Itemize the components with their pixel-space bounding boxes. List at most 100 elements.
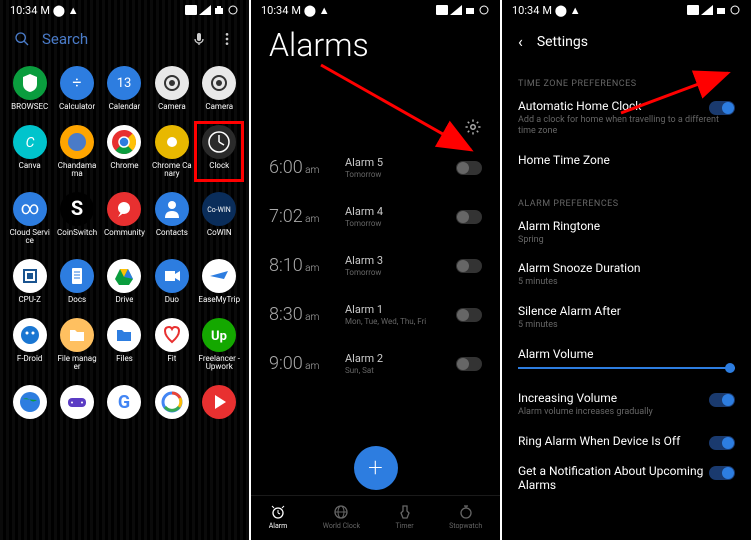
settings-header: ‹ Settings bbox=[502, 20, 751, 63]
status-time: 10:34 bbox=[10, 4, 37, 17]
nav-world-clock[interactable]: World Clock bbox=[323, 504, 360, 530]
svg-text:Co-WIN: Co-WIN bbox=[207, 206, 231, 214]
cpu-icon bbox=[13, 259, 47, 293]
mic-icon[interactable] bbox=[191, 31, 207, 47]
alarm-time: 7:02 am bbox=[269, 206, 345, 227]
play-icon bbox=[202, 385, 236, 419]
nav-label: Stopwatch bbox=[449, 522, 482, 530]
bottom-nav: Alarm World Clock Timer Stopwatch bbox=[251, 495, 500, 540]
app-google[interactable] bbox=[151, 385, 193, 422]
setting-snooze[interactable]: Alarm Snooze Duration 5 minutes bbox=[518, 261, 735, 288]
app-cloud-service[interactable]: ∞Cloud Service bbox=[9, 192, 51, 245]
app-label: Docs bbox=[68, 296, 86, 304]
app-game[interactable] bbox=[56, 385, 98, 422]
toggle-switch[interactable] bbox=[456, 308, 482, 322]
app-canva[interactable]: CCanva bbox=[9, 125, 51, 178]
search-bar[interactable]: Search bbox=[0, 20, 249, 58]
app-chrome-canary[interactable]: Chrome Canary bbox=[151, 125, 193, 178]
app-easemytrip[interactable]: EaseMyTrip bbox=[198, 259, 240, 304]
app-label: Files bbox=[116, 355, 133, 363]
app-label: CoWIN bbox=[207, 229, 232, 237]
setting-ringtone[interactable]: Alarm Ringtone Spring bbox=[518, 219, 735, 246]
svg-text:13: 13 bbox=[117, 76, 132, 91]
app-coinswitch[interactable]: SCoinSwitch bbox=[56, 192, 98, 245]
app-freelancer---upwork[interactable]: UpFreelancer - Upwork bbox=[198, 318, 240, 371]
toggle-switch[interactable] bbox=[709, 101, 735, 115]
alarm-time: 9:00 am bbox=[269, 353, 345, 374]
nav-label: World Clock bbox=[323, 522, 360, 530]
app-label: Chrome bbox=[110, 162, 138, 170]
setting-silence[interactable]: Silence Alarm After 5 minutes bbox=[518, 304, 735, 331]
toggle-switch[interactable] bbox=[456, 161, 482, 175]
toggle-switch[interactable] bbox=[456, 259, 482, 273]
setting-auto-home-clock[interactable]: Automatic Home Clock Add a clock for hom… bbox=[518, 99, 735, 137]
menu-icon[interactable] bbox=[219, 31, 235, 47]
app-f-droid[interactable]: F-Droid bbox=[9, 318, 51, 371]
calc-icon: ÷ bbox=[60, 66, 94, 100]
duo-icon bbox=[155, 259, 189, 293]
nav-stopwatch[interactable]: Stopwatch bbox=[449, 504, 482, 530]
nav-icon bbox=[397, 504, 413, 520]
app-earth[interactable] bbox=[9, 385, 51, 422]
alarm-row[interactable]: 7:02 amAlarm 4Tomorrow bbox=[269, 205, 482, 228]
app-g[interactable]: G bbox=[103, 385, 145, 422]
section-label: ALARM PREFERENCES bbox=[518, 199, 735, 209]
app-camera[interactable]: Camera bbox=[151, 66, 193, 111]
toggle-switch[interactable] bbox=[709, 393, 735, 407]
setting-increasing-volume[interactable]: Increasing Volume Alarm volume increases… bbox=[518, 391, 735, 418]
alarm-row[interactable]: 8:30 amAlarm 1Mon, Tue, Wed, Thu, Fri bbox=[269, 303, 482, 326]
app-camera[interactable]: Camera bbox=[198, 66, 240, 111]
app-file-manager[interactable]: File manager bbox=[56, 318, 98, 371]
app-fit[interactable]: Fit bbox=[151, 318, 193, 371]
app-duo[interactable]: Duo bbox=[151, 259, 193, 304]
app-label: Duo bbox=[165, 296, 179, 304]
section-label: TIME ZONE PREFERENCES bbox=[518, 79, 735, 89]
alarm-row[interactable]: 9:00 amAlarm 2Sun, Sat bbox=[269, 352, 482, 375]
app-cowin[interactable]: Co-WIN CoWIN bbox=[198, 192, 240, 245]
app-clock[interactable]: Clock bbox=[198, 125, 240, 178]
toggle-switch[interactable] bbox=[456, 357, 482, 371]
app-browsec[interactable]: BROWSEC bbox=[9, 66, 51, 111]
setting-volume[interactable]: Alarm Volume bbox=[518, 347, 735, 369]
nav-label: Alarm bbox=[269, 522, 288, 530]
app-drive[interactable]: Drive bbox=[103, 259, 145, 304]
back-arrow-icon[interactable]: ‹ bbox=[518, 32, 523, 51]
app-play[interactable] bbox=[198, 385, 240, 422]
add-alarm-button[interactable]: + bbox=[354, 446, 398, 490]
phone-app-drawer: 10:34 M ⬤ ▲ Search BROWSEC÷Calculator13C… bbox=[0, 0, 249, 540]
alarm-row[interactable]: 8:10 amAlarm 3Tomorrow bbox=[269, 254, 482, 277]
app-docs[interactable]: Docs bbox=[56, 259, 98, 304]
cam-icon bbox=[155, 66, 189, 100]
app-community[interactable]: Community bbox=[103, 192, 145, 245]
nav-alarm[interactable]: Alarm bbox=[269, 504, 288, 530]
nav-label: Timer bbox=[396, 522, 414, 530]
app-calculator[interactable]: ÷Calculator bbox=[56, 66, 98, 111]
app-label: Chandamama bbox=[56, 162, 98, 178]
app-label: Camera bbox=[158, 103, 186, 111]
setting-ring-off[interactable]: Ring Alarm When Device Is Off bbox=[518, 434, 735, 448]
alarm-schedule: Sun, Sat bbox=[345, 366, 456, 375]
upwork-icon: Up bbox=[202, 318, 236, 352]
app-contacts[interactable]: Contacts bbox=[151, 192, 193, 245]
app-calendar[interactable]: 13Calendar bbox=[103, 66, 145, 111]
setting-notify[interactable]: Get a Notification About Upcoming Alarms bbox=[518, 464, 735, 492]
volume-slider[interactable] bbox=[518, 367, 735, 369]
app-label: Contacts bbox=[156, 229, 188, 237]
alarm-schedule: Tomorrow bbox=[345, 219, 456, 228]
page-title: Alarms bbox=[251, 20, 500, 74]
gear-icon[interactable] bbox=[464, 118, 482, 136]
app-label: Community bbox=[104, 229, 145, 237]
nav-timer[interactable]: Timer bbox=[396, 504, 414, 530]
app-chandamama[interactable]: Chandamama bbox=[56, 125, 98, 178]
status-icons bbox=[185, 5, 239, 15]
alarm-time: 8:30 am bbox=[269, 304, 345, 325]
toggle-switch[interactable] bbox=[456, 210, 482, 224]
app-chrome[interactable]: Chrome bbox=[103, 125, 145, 178]
nav-icon bbox=[270, 504, 286, 520]
alarm-row[interactable]: 6:00 amAlarm 5Tomorrow bbox=[269, 156, 482, 179]
toggle-switch[interactable] bbox=[709, 436, 735, 450]
app-files[interactable]: Files bbox=[103, 318, 145, 371]
toggle-switch[interactable] bbox=[709, 466, 735, 480]
setting-home-time-zone[interactable]: Home Time Zone bbox=[518, 153, 735, 167]
app-cpu-z[interactable]: CPU-Z bbox=[9, 259, 51, 304]
